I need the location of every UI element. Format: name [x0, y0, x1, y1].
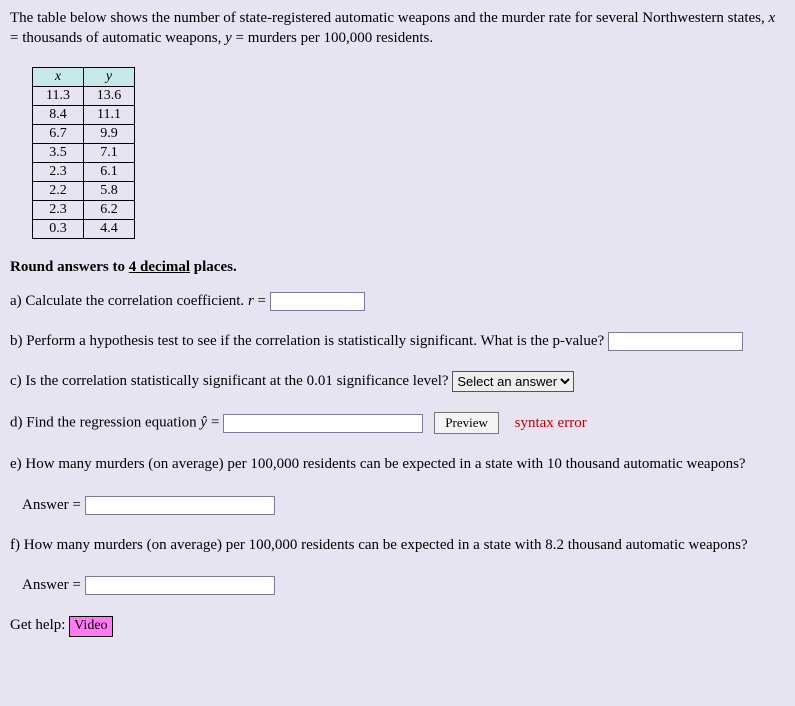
input-r[interactable]: [270, 292, 365, 311]
intro-x: x: [768, 10, 775, 26]
table-row: 8.411.1: [33, 105, 135, 124]
table-row: 2.36.1: [33, 162, 135, 181]
intro-y: y: [225, 30, 232, 46]
question-a: a) Calculate the correlation coefficient…: [10, 291, 785, 311]
col-y-header: y: [84, 67, 135, 86]
round-note: Round answers to 4 decimal places.: [10, 257, 785, 277]
answer-e-line: Answer =: [22, 495, 785, 515]
table-row: 2.25.8: [33, 181, 135, 200]
intro-mid: = thousands of automatic weapons,: [10, 30, 225, 46]
answer-f-line: Answer =: [22, 575, 785, 595]
intro-pre: The table below shows the number of stat…: [10, 10, 768, 26]
table-row: 0.34.4: [33, 219, 135, 238]
question-e: e) How many murders (on average) per 100…: [10, 454, 785, 474]
table-row: 6.79.9: [33, 124, 135, 143]
preview-button[interactable]: Preview: [434, 412, 499, 434]
help-line: Get help: Video: [10, 615, 785, 637]
table-row: 3.57.1: [33, 143, 135, 162]
select-significance[interactable]: Select an answer: [452, 371, 574, 392]
question-b: b) Perform a hypothesis test to see if t…: [10, 331, 785, 351]
table-row: 2.36.2: [33, 200, 135, 219]
question-d: d) Find the regression equation ŷ = Prev…: [10, 412, 785, 434]
question-f: f) How many murders (on average) per 100…: [10, 535, 785, 555]
input-answer-f[interactable]: [85, 576, 275, 595]
intro-post: = murders per 100,000 residents.: [232, 30, 433, 46]
table-row: 11.313.6: [33, 86, 135, 105]
input-answer-e[interactable]: [85, 496, 275, 515]
data-table: x y 11.313.6 8.411.1 6.79.9 3.57.1 2.36.…: [32, 67, 135, 239]
question-c: c) Is the correlation statistically sign…: [10, 371, 785, 392]
video-link[interactable]: Video: [69, 616, 112, 637]
col-x-header: x: [33, 67, 84, 86]
syntax-error-text: syntax error: [515, 415, 587, 431]
intro-text: The table below shows the number of stat…: [10, 8, 785, 49]
input-pvalue[interactable]: [608, 332, 743, 351]
input-regression[interactable]: [223, 414, 423, 433]
table-header-row: x y: [33, 67, 135, 86]
